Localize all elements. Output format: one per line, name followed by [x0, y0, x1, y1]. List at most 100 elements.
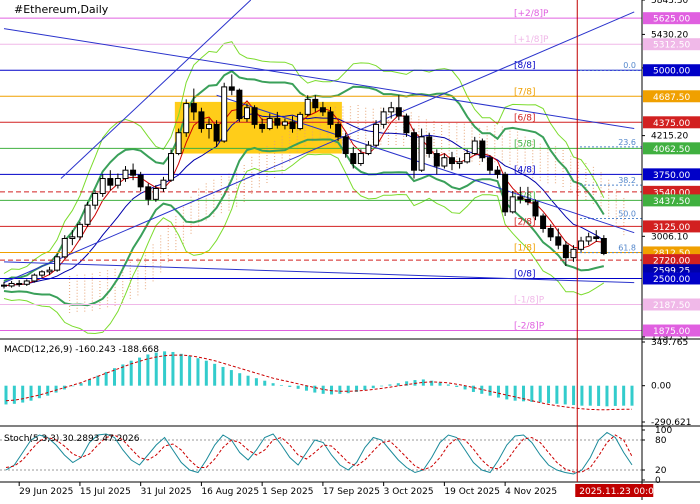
- macd-histogram-bar: [46, 385, 50, 396]
- price-badge-label: 5000.00: [653, 67, 690, 77]
- candle-body: [243, 107, 250, 120]
- candle-body: [335, 123, 342, 138]
- murrey-level-label: [1/8]: [514, 243, 536, 253]
- candle-body: [547, 227, 554, 238]
- macd-histogram-bar: [279, 385, 283, 386]
- macd-histogram-bar: [622, 385, 626, 406]
- candle-body: [426, 136, 433, 155]
- time-tick-label: 3 Oct 2025: [384, 487, 434, 497]
- macd-histogram-bar: [338, 385, 342, 394]
- stoch-tick-label: 0: [655, 476, 661, 486]
- candle-body: [69, 236, 76, 239]
- macd-histogram-bar: [471, 385, 475, 392]
- macd-label: MACD(12,26,9) -160.243 -188.668: [4, 345, 159, 355]
- macd-histogram-bar: [572, 385, 576, 406]
- candle-body: [494, 169, 501, 175]
- candle-body: [190, 103, 197, 113]
- candle-body: [160, 179, 167, 190]
- candle-body: [464, 153, 471, 163]
- macd-histogram-bar: [538, 385, 542, 403]
- macd-histogram-bar: [605, 385, 609, 407]
- candle-body: [175, 132, 182, 155]
- time-tick-label: 4 Nov 2025: [505, 487, 557, 497]
- fibonacci-label: 50.0: [618, 210, 636, 219]
- candle-body: [342, 136, 349, 155]
- candle-body: [479, 140, 486, 159]
- candle-body: [61, 237, 68, 258]
- candle-body: [1, 284, 7, 287]
- macd-histogram-bar: [213, 363, 217, 386]
- macd-histogram-bar: [29, 385, 33, 401]
- macd-histogram-bar: [371, 385, 375, 389]
- macd-histogram-bar: [296, 385, 300, 389]
- price-badge-label: 2187.50: [653, 301, 690, 311]
- candle-body: [365, 144, 372, 155]
- candle-body: [600, 237, 607, 254]
- macd-histogram-bar: [438, 382, 442, 386]
- candle-body: [373, 123, 380, 146]
- candle-body: [570, 248, 577, 259]
- price-tick-label: 3006.10: [651, 232, 688, 242]
- macd-histogram-bar: [79, 383, 83, 386]
- macd-histogram-bar: [496, 385, 500, 398]
- macd-histogram-bar: [555, 385, 559, 404]
- candle-body: [395, 107, 402, 117]
- candle-body: [8, 282, 15, 287]
- stoch-tick-label: 100: [655, 426, 672, 436]
- macd-histogram-bar: [263, 380, 267, 386]
- candle-body: [509, 196, 516, 213]
- macd-histogram-bar: [138, 357, 142, 386]
- candle-body: [84, 204, 91, 225]
- macd-histogram-bar: [204, 360, 208, 386]
- macd-histogram-bar: [21, 385, 25, 403]
- macd-histogram-bar: [588, 385, 592, 406]
- murrey-level-label: [6/8]: [514, 113, 536, 123]
- stoch-tick-label: 20: [655, 466, 667, 476]
- candle-body: [281, 121, 288, 126]
- macd-histogram-bar: [580, 385, 584, 406]
- candle-body: [76, 223, 83, 238]
- price-badge-label: 3125.00: [653, 223, 690, 233]
- price-badge-label: 1875.00: [653, 327, 690, 337]
- macd-histogram-bar: [505, 385, 509, 400]
- macd-histogram-bar: [12, 385, 16, 404]
- macd-histogram-bar: [513, 385, 517, 401]
- macd-histogram-bar: [346, 385, 350, 394]
- price-badge-label: 2500.00: [653, 275, 690, 285]
- candle-body: [593, 236, 600, 239]
- murrey-level-label: [8/8]: [514, 61, 536, 71]
- fibonacci-label: 0.0: [623, 61, 636, 70]
- candle-body: [380, 111, 387, 125]
- macd-histogram-bar: [313, 385, 317, 393]
- murrey-level-label: [+2/8]P: [514, 9, 549, 19]
- candle-body: [418, 136, 425, 171]
- price-badge-label: 3437.50: [653, 197, 690, 207]
- time-tick-label: 15 Jul 2025: [80, 487, 131, 497]
- candle-body: [274, 118, 281, 126]
- candle-body: [228, 86, 235, 91]
- time-tick-label: 16 Aug 2025: [201, 487, 259, 497]
- macd-histogram-bar: [388, 384, 392, 386]
- macd-histogram-bar: [129, 360, 133, 386]
- murrey-level-label: [+1/8]P: [514, 35, 549, 45]
- macd-histogram-bar: [480, 385, 484, 394]
- macd-histogram-bar: [563, 385, 567, 405]
- candle-body: [114, 178, 121, 186]
- candle-body: [540, 215, 547, 229]
- price-badge-label: 4375.00: [653, 119, 690, 129]
- candle-body: [304, 98, 311, 115]
- candle-body: [251, 107, 258, 125]
- macd-histogram-bar: [547, 385, 551, 404]
- macd-histogram-bar: [246, 375, 250, 386]
- macd-histogram-bar: [179, 353, 183, 386]
- candle-body: [532, 201, 539, 217]
- candle-body: [448, 157, 455, 165]
- murrey-level-label: [7/8]: [514, 87, 536, 97]
- time-tick-label: 19 Oct 2025: [444, 487, 500, 497]
- price-badge-label: 4062.50: [653, 145, 690, 155]
- candle-body: [152, 188, 159, 200]
- macd-histogram-bar: [96, 375, 100, 386]
- candle-body: [433, 153, 440, 167]
- macd-tick-label: 349.765: [651, 338, 688, 348]
- macd-histogram-bar: [321, 385, 325, 394]
